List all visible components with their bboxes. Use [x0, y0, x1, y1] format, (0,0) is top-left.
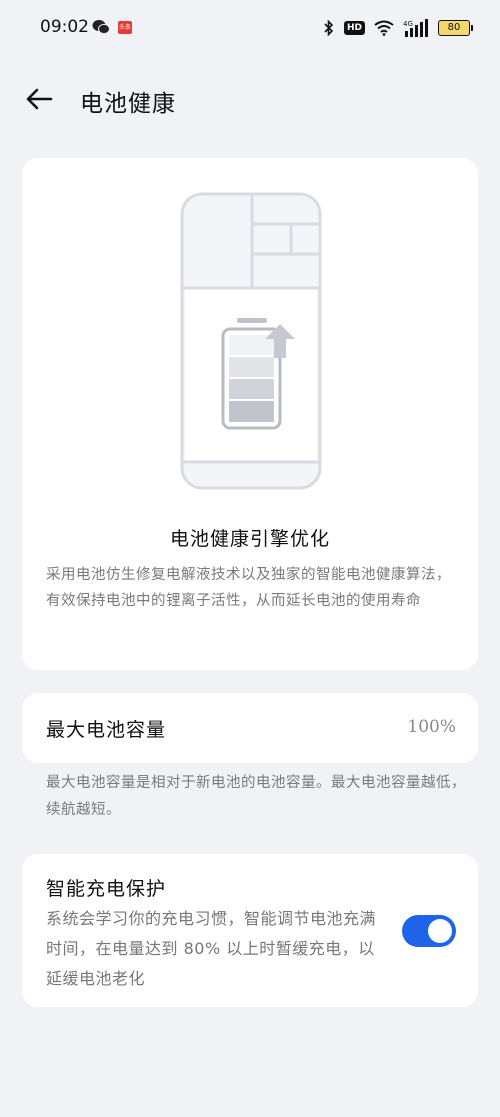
engine-title: 电池健康引擎优化 [169, 528, 330, 550]
engine-description: 采用电池仿生修复电解液技术以及独家的智能电池健康算法，有效保持电池中的锂离子活性… [46, 567, 451, 609]
smart-charge-toggle[interactable] [402, 915, 456, 947]
smart-charge-description: 系统会学习你的充电习惯，智能调节电池充满时间，在电量达到 80% 以上时暂缓充电… [46, 909, 377, 988]
smart-charge-title: 智能充电保护 [46, 878, 167, 900]
phone-battery-illustration [180, 192, 322, 490]
page-title: 电池健康 [80, 91, 176, 117]
hd-icon: HD [343, 21, 365, 35]
status-bar: 09:02 头条 HD 4G 80 [0, 0, 500, 60]
back-button[interactable] [24, 84, 54, 114]
max-capacity-label: 最大电池容量 [46, 719, 167, 741]
smart-charge-protection-card: 智能充电保护 系统会学习你的充电习惯，智能调节电池充满时间，在电量达到 80% … [22, 854, 478, 1007]
toggle-knob [428, 919, 452, 943]
max-capacity-card: 最大电池容量 100% [22, 693, 478, 763]
max-capacity-value: 100% [407, 717, 456, 737]
wechat-icon [92, 20, 110, 35]
status-icons: HD 4G 80 [323, 17, 473, 39]
battery-engine-card: 电池健康引擎优化 采用电池仿生修复电解液技术以及独家的智能电池健康算法，有效保持… [22, 158, 478, 670]
toutiao-icon: 头条 [118, 21, 132, 34]
bluetooth-icon [324, 19, 334, 37]
battery-icon: 80 [438, 20, 473, 36]
signal-icon: 4G [403, 19, 428, 37]
network-type-label: 4G [403, 20, 413, 28]
wifi-icon [374, 20, 394, 36]
max-capacity-note: 最大电池容量是相对于新电池的电池容量。最大电池容量越低，续航越短。 [46, 775, 466, 818]
status-time: 09:02 [40, 17, 89, 37]
